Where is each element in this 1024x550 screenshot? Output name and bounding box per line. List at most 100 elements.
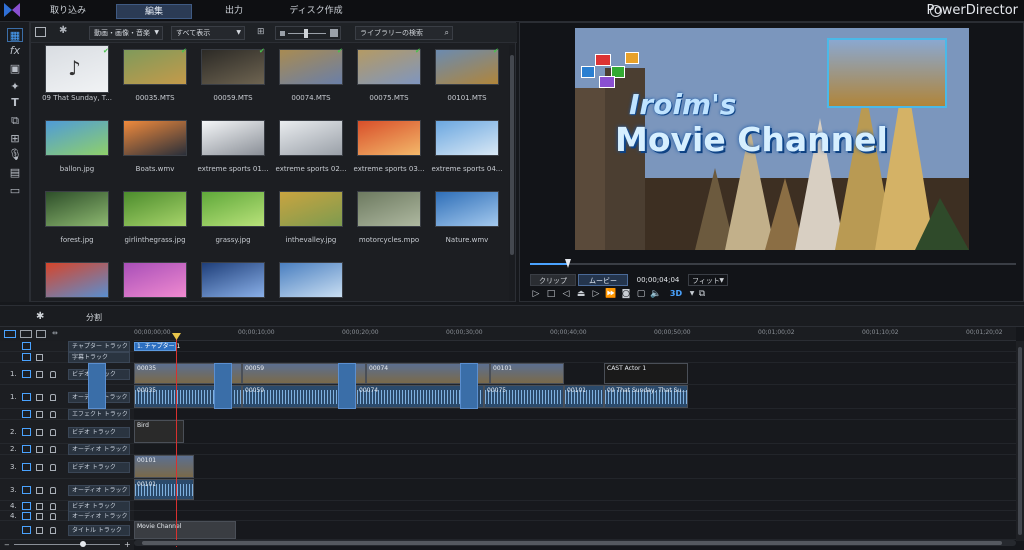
3d-mode-button[interactable]: 3D bbox=[666, 288, 686, 300]
track-enable-checkbox[interactable] bbox=[36, 527, 43, 534]
slider-handle[interactable] bbox=[304, 29, 308, 38]
audio-clip[interactable]: 00101 bbox=[134, 479, 194, 500]
lock-icon[interactable] bbox=[50, 486, 56, 494]
track-lane-audio3[interactable]: 00101 bbox=[134, 479, 1016, 501]
track-lane-audio4[interactable] bbox=[134, 511, 1016, 521]
mark-icon[interactable]: ⏏ bbox=[575, 288, 587, 300]
library-scroll-thumb[interactable] bbox=[510, 55, 514, 255]
zoom-out-icon[interactable]: − bbox=[4, 541, 10, 549]
search-icon[interactable]: ⌕ bbox=[445, 27, 449, 39]
audio-clip[interactable]: 09 That Sunday, That Su... bbox=[604, 385, 688, 408]
track-enable-checkbox[interactable] bbox=[36, 513, 43, 520]
plugins-icon[interactable]: ✱ bbox=[59, 25, 67, 36]
track-header-video3[interactable]: 3. ビデオ トラック bbox=[0, 455, 134, 479]
track-header-video2[interactable]: 2. ビデオ トラック bbox=[0, 420, 134, 444]
library-thumbnail[interactable] bbox=[357, 120, 421, 156]
subtitle-icon[interactable] bbox=[22, 353, 31, 361]
title-room-icon[interactable]: T bbox=[7, 96, 23, 110]
title-track-icon[interactable] bbox=[22, 526, 31, 534]
track-lane-chapter[interactable]: 1. チャプター 1 bbox=[134, 341, 1016, 352]
library-thumbnail[interactable] bbox=[201, 262, 265, 298]
track-header-subtitle[interactable]: 字幕トラック bbox=[0, 352, 134, 363]
track-lane-effect[interactable] bbox=[134, 409, 1016, 420]
lock-icon[interactable] bbox=[50, 527, 56, 534]
video-track-icon[interactable] bbox=[22, 502, 31, 510]
fullscreen-icon[interactable]: ⧉ bbox=[696, 288, 708, 300]
view-filter-select[interactable]: すべて表示 ▼ bbox=[171, 26, 245, 40]
track-manager-icon[interactable] bbox=[36, 330, 46, 338]
transition-icon[interactable] bbox=[460, 363, 478, 409]
track-enable-checkbox[interactable] bbox=[36, 446, 43, 453]
tools-icon[interactable]: ✱ bbox=[36, 311, 44, 322]
audio-clip[interactable]: 00075 bbox=[484, 385, 564, 408]
audio-clip[interactable]: 00101 bbox=[564, 385, 604, 408]
video-clip[interactable]: CAST Actor 1 bbox=[604, 363, 688, 384]
track-lane-audio2[interactable] bbox=[134, 444, 1016, 455]
library-search-input[interactable]: ライブラリーの検索 ⌕ bbox=[355, 26, 453, 40]
track-enable-checkbox[interactable] bbox=[36, 411, 43, 418]
library-thumbnail[interactable] bbox=[123, 191, 187, 227]
library-thumbnail[interactable] bbox=[201, 191, 265, 227]
movie-mode-button[interactable]: ムービー bbox=[578, 274, 628, 286]
track-enable-checkbox[interactable] bbox=[36, 354, 43, 361]
lock-icon[interactable] bbox=[50, 446, 56, 453]
track-lane-video1[interactable]: 00035 00059 00074 00101 CAST Actor 1 bbox=[134, 363, 1016, 385]
timeline-view-icon[interactable] bbox=[4, 330, 16, 338]
library-thumbnail[interactable] bbox=[45, 191, 109, 227]
chapter-room-icon[interactable]: ▤ bbox=[7, 166, 23, 180]
track-enable-checkbox[interactable] bbox=[36, 428, 43, 436]
lock-icon[interactable] bbox=[50, 393, 56, 401]
audio-track-icon[interactable] bbox=[22, 485, 31, 494]
library-thumbnail[interactable] bbox=[279, 120, 343, 156]
pip-room-icon[interactable]: ▣ bbox=[7, 62, 23, 76]
audio-track-icon[interactable] bbox=[22, 392, 31, 401]
lock-icon[interactable] bbox=[50, 411, 56, 418]
track-header-video4[interactable]: 4. ビデオ トラック bbox=[0, 501, 134, 512]
library-thumbnail[interactable] bbox=[201, 120, 265, 156]
horizontal-scroll-thumb[interactable] bbox=[142, 541, 1002, 545]
track-lane-video2[interactable]: Bird bbox=[134, 420, 1016, 444]
library-thumbnail[interactable] bbox=[123, 120, 187, 156]
audio-track-icon[interactable] bbox=[22, 445, 31, 453]
lock-icon[interactable] bbox=[50, 428, 56, 436]
audio-mixing-icon[interactable]: ⊞ bbox=[7, 132, 23, 146]
volume-icon[interactable]: 🔈 bbox=[650, 288, 662, 300]
previous-frame-icon[interactable]: ◁ bbox=[560, 288, 572, 300]
track-header-audio1[interactable]: 1. オーディオ トラック bbox=[0, 385, 134, 409]
video-clip[interactable]: 00101 bbox=[134, 455, 194, 478]
thumbnail-size-slider[interactable] bbox=[275, 26, 341, 40]
media-room-icon[interactable]: ▦ bbox=[7, 28, 23, 42]
media-type-select[interactable]: 動画・画像・音楽 ▼ bbox=[89, 26, 163, 40]
fit-timeline-icon[interactable]: ⇹ bbox=[52, 329, 58, 337]
library-thumbnail[interactable] bbox=[435, 191, 499, 227]
track-header-video1[interactable]: 1.ビデオ トラック bbox=[0, 363, 134, 385]
fx-room-icon[interactable]: fx bbox=[7, 44, 23, 58]
time-ruler[interactable]: 00;00;00;00 00;00;10;00 00;00;20;00 00;00;3… bbox=[134, 327, 1016, 341]
library-thumbnail[interactable] bbox=[357, 49, 421, 85]
audio-track-icon[interactable] bbox=[22, 512, 31, 520]
stop-icon[interactable]: □ bbox=[545, 288, 557, 300]
scrub-bar[interactable] bbox=[530, 259, 1016, 268]
tab-import[interactable]: 取り込み bbox=[44, 4, 92, 19]
track-lane-video3[interactable]: 00101 bbox=[134, 455, 1016, 479]
track-header-title[interactable]: タイトル トラック bbox=[0, 521, 134, 540]
zoom-slider[interactable]: − + bbox=[0, 540, 134, 550]
library-thumbnail[interactable] bbox=[123, 262, 187, 298]
track-header-effect[interactable]: エフェクト トラック bbox=[0, 409, 134, 420]
subtitle-room-icon[interactable]: ▭ bbox=[7, 184, 23, 198]
library-thumbnail[interactable] bbox=[435, 49, 499, 85]
zoom-in-icon[interactable]: + bbox=[124, 540, 131, 549]
fast-forward-icon[interactable]: ⏩ bbox=[605, 288, 617, 300]
library-thumbnail[interactable] bbox=[279, 191, 343, 227]
library-thumbnail[interactable] bbox=[45, 262, 109, 298]
track-lane-video4[interactable] bbox=[134, 501, 1016, 511]
track-enable-checkbox[interactable] bbox=[36, 370, 43, 378]
vertical-scroll-thumb[interactable] bbox=[1018, 347, 1022, 535]
library-thumbnail[interactable]: ♪ bbox=[45, 45, 109, 93]
transition-icon[interactable] bbox=[214, 363, 232, 409]
lock-icon[interactable] bbox=[50, 513, 56, 520]
chapter-icon[interactable] bbox=[22, 342, 31, 350]
library-thumbnail[interactable] bbox=[279, 262, 343, 298]
library-scrollbar[interactable] bbox=[509, 45, 515, 301]
video-clip[interactable]: Movie Channel bbox=[134, 521, 236, 539]
